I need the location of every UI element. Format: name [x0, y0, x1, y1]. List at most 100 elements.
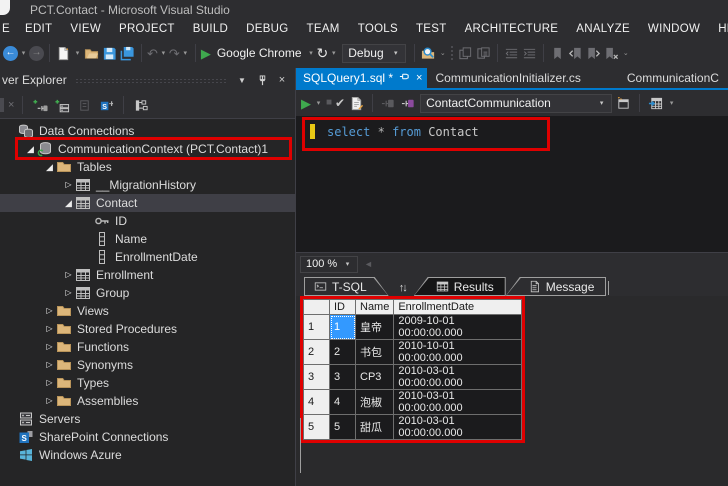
tree-item-functions[interactable]: ▷Functions	[0, 338, 295, 356]
navigate-forward-button[interactable]: →	[29, 46, 44, 61]
column-header-id[interactable]: ID	[330, 300, 356, 315]
collapse-arrow-icon[interactable]: ◢	[43, 163, 56, 172]
grid-cell-name[interactable]: CP3	[356, 365, 394, 390]
connect-to-database-icon[interactable]	[31, 97, 49, 114]
import-table-icon[interactable]	[647, 95, 664, 112]
grid-corner-cell[interactable]	[304, 300, 330, 315]
tree-item-data-connections[interactable]: Data Connections	[0, 122, 295, 140]
run-target-label[interactable]: Google Chrome	[217, 46, 302, 60]
menu-item-tools[interactable]: TOOLS	[349, 23, 407, 35]
refresh-dropdown-arrow[interactable]: ▾	[329, 49, 338, 57]
connection-combobox[interactable]: ContactCommunication ▾	[420, 94, 612, 113]
expand-arrow-icon[interactable]: ▷	[43, 397, 56, 405]
panel-menu-chevron-icon[interactable]: ▼	[235, 73, 249, 87]
results-grid[interactable]: IDNameEnrollmentDate11皇帝2009-10-01 00:00…	[303, 299, 522, 440]
menu-item-build[interactable]: BUILD	[184, 23, 237, 35]
row-header-cell[interactable]: 5	[304, 415, 330, 440]
hscroll-left-arrow-icon[interactable]: ◄	[364, 259, 373, 269]
menu-item-edit[interactable]: EDIT	[16, 23, 61, 35]
tree-item-sharepoint-connections[interactable]: SSharePoint Connections	[0, 428, 295, 446]
undo-dropdown-arrow[interactable]: ▾	[159, 49, 168, 57]
grid-cell-date[interactable]: 2010-10-01 00:00:00.000	[394, 340, 522, 365]
grid-cell-date[interactable]: 2009-10-01 00:00:00.000	[394, 315, 522, 340]
redo-icon[interactable]: ↷	[169, 47, 180, 60]
find-in-files-icon[interactable]	[420, 45, 437, 62]
swap-panes-icon[interactable]: ↑↓	[389, 282, 414, 296]
tree-item-enrollmentdate[interactable]: EnrollmentDate	[0, 248, 295, 266]
undo-icon[interactable]: ↶	[147, 47, 158, 60]
navigate-backward-code-icon[interactable]	[457, 45, 474, 62]
close-tab-icon[interactable]: ×	[416, 72, 422, 84]
tree-item-windows-azure[interactable]: Windows Azure	[0, 446, 295, 464]
tree-item-enrollment[interactable]: ▷Enrollment	[0, 266, 295, 284]
grid-cell-id[interactable]: 2	[330, 340, 356, 365]
menu-item-analyze[interactable]: ANALYZE	[567, 23, 639, 35]
tab-results[interactable]: Results	[414, 277, 506, 296]
folder-view-icon[interactable]	[132, 97, 150, 114]
tree-item-migrationhistory[interactable]: ▷__MigrationHistory	[0, 176, 295, 194]
tree-item-views[interactable]: ▷Views	[0, 302, 295, 320]
menu-item-project[interactable]: PROJECT	[110, 23, 184, 35]
sql-code-editor[interactable]: select * from Contact	[296, 116, 728, 252]
pin-icon[interactable]	[399, 71, 410, 85]
grid-cell-name[interactable]: 皇帝	[356, 315, 394, 340]
redo-dropdown-arrow[interactable]: ▾	[181, 49, 190, 57]
editor-zoom-combobox[interactable]: 100 % ▾	[300, 256, 358, 273]
parse-query-icon[interactable]: ✔	[335, 97, 345, 109]
expand-arrow-icon[interactable]: ▷	[43, 307, 56, 315]
tab-sqlquery1[interactable]: SQLQuery1.sql * ×	[296, 68, 427, 88]
navigate-back-dropdown-arrow[interactable]: ▾	[19, 49, 28, 57]
column-header-enrollmentdate[interactable]: EnrollmentDate	[394, 300, 522, 315]
menu-item-help[interactable]: HELP	[709, 23, 728, 35]
new-file-icon[interactable]	[55, 45, 72, 62]
execute-dropdown-arrow[interactable]: ▾	[314, 99, 323, 107]
row-header-cell[interactable]: 2	[304, 340, 330, 365]
open-file-icon[interactable]	[83, 45, 100, 62]
new-query-icon[interactable]	[615, 95, 632, 112]
grid-cell-name[interactable]: 泡椒	[356, 390, 394, 415]
tree-item-group[interactable]: ▷Group	[0, 284, 295, 302]
tree-item-id[interactable]: ID	[0, 212, 295, 230]
expand-arrow-icon[interactable]: ▷	[62, 289, 75, 297]
next-bookmark-icon[interactable]	[585, 45, 602, 62]
tab-tsql[interactable]: T-SQL	[304, 277, 389, 296]
menu-item-team[interactable]: TEAM	[298, 23, 349, 35]
solution-configuration-combobox[interactable]: Debug ▾	[342, 44, 406, 63]
grid-cell-id[interactable]: 5	[330, 415, 356, 440]
tree-item-synonyms[interactable]: ▷Synonyms	[0, 356, 295, 374]
expand-arrow-icon[interactable]: ▷	[43, 379, 56, 387]
grid-cell-id[interactable]: 1	[330, 315, 356, 340]
collapse-arrow-icon[interactable]: ◢	[24, 145, 37, 154]
row-header-cell[interactable]: 1	[304, 315, 330, 340]
tree-item-assemblies[interactable]: ▷Assemblies	[0, 392, 295, 410]
menu-item-e[interactable]: E	[0, 23, 16, 35]
grid-cell-date[interactable]: 2010-03-01 00:00:00.000	[394, 415, 522, 440]
row-header-cell[interactable]: 3	[304, 365, 330, 390]
toolbar-grip[interactable]	[450, 45, 454, 61]
navigate-back-button[interactable]: ←	[3, 46, 18, 61]
clear-bookmarks-icon[interactable]	[603, 45, 620, 62]
execute-query-icon[interactable]: ▶	[301, 97, 311, 110]
expand-arrow-icon[interactable]: ▷	[43, 343, 56, 351]
tab-communicationc[interactable]: CommunicationC	[619, 68, 727, 88]
grid-cell-name[interactable]: 甜瓜	[356, 415, 394, 440]
toggle-bookmark-icon[interactable]	[549, 45, 566, 62]
expand-arrow-icon[interactable]: ▷	[62, 181, 75, 189]
disconnect-icon[interactable]	[380, 95, 397, 112]
column-header-name[interactable]: Name	[356, 300, 394, 315]
tree-item-types[interactable]: ▷Types	[0, 374, 295, 392]
decrease-indent-icon[interactable]	[503, 45, 520, 62]
connect-icon[interactable]	[400, 95, 417, 112]
delete-connection-icon[interactable]: ×	[8, 100, 14, 111]
panel-close-icon[interactable]: ×	[275, 73, 289, 87]
menu-item-debug[interactable]: DEBUG	[237, 23, 297, 35]
menu-item-window[interactable]: WINDOW	[639, 23, 709, 35]
tab-message[interactable]: Message	[506, 277, 607, 296]
increase-indent-icon[interactable]	[521, 45, 538, 62]
menu-item-test[interactable]: TEST	[407, 23, 456, 35]
menu-item-architecture[interactable]: ARCHITECTURE	[456, 23, 568, 35]
tree-item-tables[interactable]: ◢Tables	[0, 158, 295, 176]
expand-arrow-icon[interactable]: ▷	[43, 361, 56, 369]
previous-bookmark-icon[interactable]	[567, 45, 584, 62]
new-file-dropdown-arrow[interactable]: ▾	[73, 49, 82, 57]
